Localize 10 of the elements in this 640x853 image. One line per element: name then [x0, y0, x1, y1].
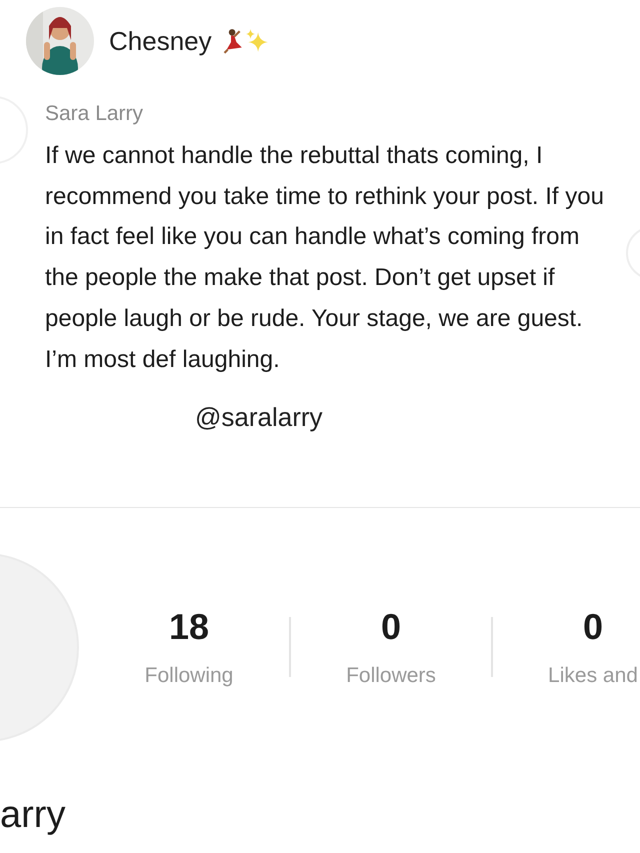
comment-text: If we cannot handle the rebuttal thats coming, I recommend you take time to rethink your post. If you in fact feel like you can handle what’s coming from the people the make that post. Don’t get upset if people laugh or be rude. Your stage, we are guest. I’m most def laughing. — [45, 141, 605, 375]
stat-label: Likes and — [548, 664, 638, 688]
stat-value: 0 — [380, 606, 402, 648]
stat-value: 18 — [168, 606, 210, 648]
profile-name: arry — [0, 794, 66, 837]
stat-value: 0 — [582, 606, 604, 648]
author-name[interactable]: Chesney — [109, 26, 212, 56]
username-handle: @saralarry — [195, 402, 324, 434]
stat-label: Following — [144, 664, 234, 688]
stat-label: Followers — [346, 664, 436, 688]
